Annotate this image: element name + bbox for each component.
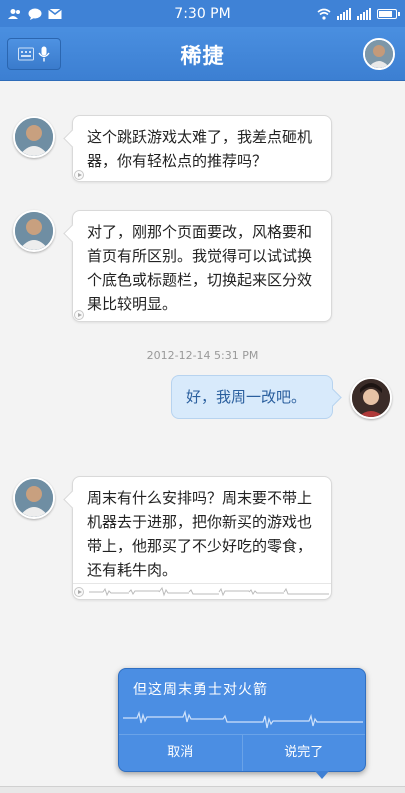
message-bubble-outgoing[interactable]: 好，我周一改吧。 xyxy=(171,375,333,419)
live-waveform-icon xyxy=(123,709,363,729)
sender-avatar[interactable] xyxy=(13,477,55,519)
popup-buttons: 取消 说完了 xyxy=(119,734,365,771)
message-bubble-incoming[interactable]: 周末有什么安排吗？周末要不带上机器去于进那，把你新买的游戏也带上，他那买了不少好… xyxy=(72,476,332,600)
input-bar[interactable] xyxy=(0,786,405,793)
play-voice-icon[interactable] xyxy=(74,310,84,320)
cancel-button[interactable]: 取消 xyxy=(119,735,242,771)
message-bubble-incoming[interactable]: 这个跳跃游戏太难了，我差点砸机器，你有轻松点的推荐吗？ xyxy=(72,115,332,182)
message-bubble-incoming[interactable]: 对了，刚那个页面要改，风格要和首页有所区别。我觉得可以试试换个底色或标题栏，切换… xyxy=(72,210,332,322)
message-text: 好，我周一改吧。 xyxy=(186,388,307,406)
chat-header: 稀捷 xyxy=(0,27,405,81)
chat-title: 稀捷 xyxy=(180,44,225,68)
finish-speaking-button[interactable]: 说完了 xyxy=(241,735,366,771)
waveform-icon xyxy=(89,586,329,597)
battery-icon xyxy=(377,8,400,19)
play-voice-icon[interactable] xyxy=(74,587,84,597)
avatar-image-icon xyxy=(352,379,390,417)
avatar-image-icon xyxy=(15,118,53,156)
contact-avatar[interactable] xyxy=(363,38,395,70)
avatar-image-icon xyxy=(15,479,53,517)
sender-avatar[interactable] xyxy=(13,210,55,252)
voice-waveform[interactable] xyxy=(73,583,331,599)
message-text: 对了，刚那个页面要改，风格要和首页有所区别。我觉得可以试试换个底色或标题栏，切换… xyxy=(87,223,313,313)
status-bar: 7:30 PM xyxy=(0,0,405,27)
message-text: 这个跳跃游戏太难了，我差点砸机器，你有轻松点的推荐吗？ xyxy=(87,128,313,170)
status-time: 7:30 PM xyxy=(174,5,231,22)
recognized-text: 但这周末勇士对火箭 xyxy=(133,682,268,698)
avatar-image-icon xyxy=(365,40,393,68)
my-avatar[interactable] xyxy=(350,377,392,419)
voice-input-popup: 但这周末勇士对火箭 取消 说完了 xyxy=(118,668,366,779)
play-voice-icon[interactable] xyxy=(74,170,84,180)
avatar-image-icon xyxy=(15,212,53,250)
message-timestamp: 2012-12-14 5:31 PM xyxy=(146,349,259,362)
sender-avatar[interactable] xyxy=(13,116,55,158)
message-text: 周末有什么安排吗？周末要不带上机器去于进那，把你新买的游戏也带上，他那买了不少好… xyxy=(87,489,313,579)
